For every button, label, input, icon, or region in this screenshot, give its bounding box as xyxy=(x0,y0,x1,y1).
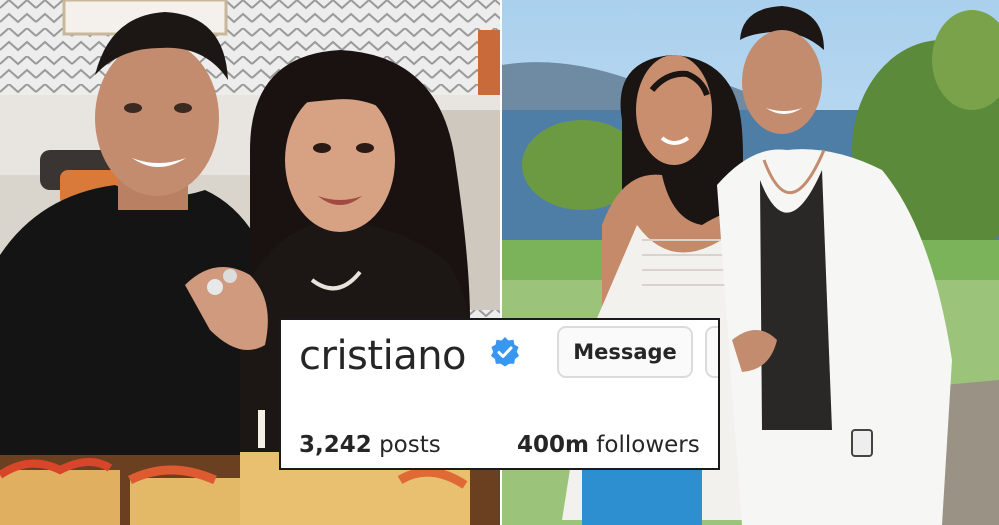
more-options-button[interactable] xyxy=(705,326,718,378)
instagram-profile-card: cristiano Message 3,242 posts 400m follo… xyxy=(279,318,720,470)
posts-stat[interactable]: 3,242 posts xyxy=(299,432,441,458)
profile-username: cristiano xyxy=(299,333,467,379)
message-button[interactable]: Message xyxy=(557,326,693,378)
followers-count: 400m xyxy=(517,432,589,458)
posts-label: posts xyxy=(379,432,441,458)
posts-count: 3,242 xyxy=(299,432,372,458)
followers-stat[interactable]: 400m followers xyxy=(517,432,700,458)
verified-badge-icon xyxy=(488,336,522,370)
followers-label: followers xyxy=(596,432,700,458)
